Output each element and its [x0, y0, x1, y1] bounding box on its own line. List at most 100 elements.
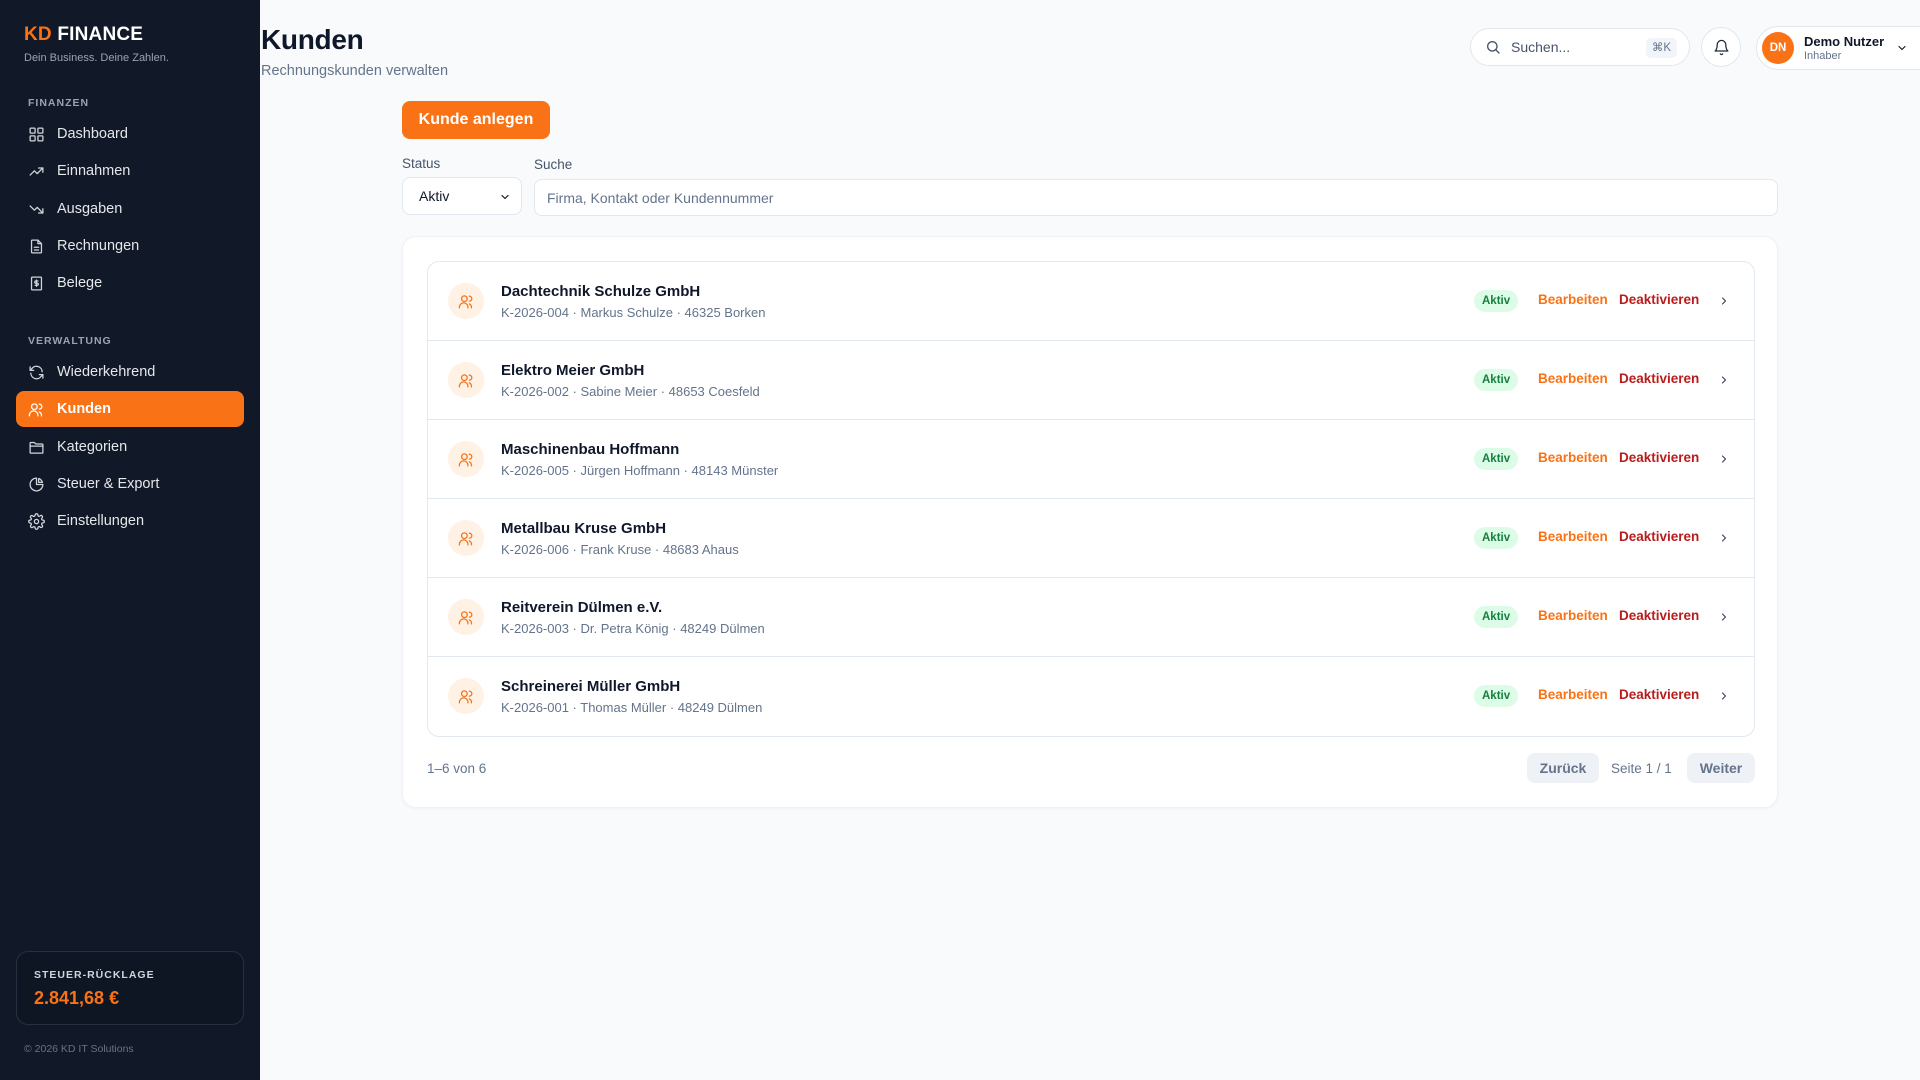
- bell-icon: [1713, 39, 1729, 55]
- deactivate-button[interactable]: Deaktivieren: [1619, 687, 1699, 702]
- brand-tagline: Dein Business. Deine Zahlen.: [24, 52, 169, 64]
- search-shortcut-hint: ⌘K: [1645, 38, 1677, 58]
- customer-meta: K-2026-004 · Markus Schulze · 46325 Bork…: [501, 305, 766, 320]
- status-badge: Aktiv: [1474, 290, 1519, 312]
- customer-name: Elektro Meier GmbH: [501, 362, 645, 379]
- customer-avatar: [448, 599, 484, 635]
- status-badge: Aktiv: [1474, 448, 1519, 470]
- list-item[interactable]: Maschinenbau Hoffmann K-2026-005 · Jürge…: [428, 420, 1754, 499]
- deactivate-button[interactable]: Deaktivieren: [1619, 371, 1699, 386]
- users-icon: [28, 402, 43, 417]
- deactivate-button[interactable]: Deaktivieren: [1619, 608, 1699, 623]
- next-page-button[interactable]: Weiter: [1687, 753, 1755, 783]
- users-icon: [458, 294, 472, 309]
- folder-icon: [29, 441, 44, 454]
- chevron-right-icon[interactable]: [1718, 690, 1730, 702]
- gear-icon: [28, 512, 45, 530]
- list-item[interactable]: Schreinerei Müller GmbH K-2026-001 · Tho…: [428, 657, 1754, 736]
- user-name: Demo Nutzer: [1804, 34, 1885, 49]
- edit-button[interactable]: Bearbeiten: [1538, 687, 1608, 702]
- notifications-button[interactable]: [1701, 27, 1741, 67]
- customer-meta: K-2026-006 · Frank Kruse · 48683 Ahaus: [501, 542, 739, 557]
- status-filter-label: Status: [402, 156, 441, 171]
- sidebar-item-wiederkehrend[interactable]: Wiederkehrend: [16, 354, 244, 390]
- trending-down-icon: [29, 204, 44, 214]
- search-filter-label: Suche: [534, 157, 573, 172]
- customer-avatar: [448, 362, 484, 398]
- pie-chart-icon: [29, 476, 44, 492]
- sidebar-item-kunden[interactable]: Kunden: [16, 391, 244, 427]
- customer-avatar: [448, 283, 484, 319]
- chevron-right-icon[interactable]: [1718, 532, 1730, 544]
- users-icon: [458, 373, 472, 388]
- sidebar-item-einnahmen[interactable]: Einnahmen: [16, 153, 244, 189]
- nav-section-finance: FINANZEN: [28, 97, 90, 109]
- edit-button[interactable]: Bearbeiten: [1538, 371, 1608, 386]
- user-info: Demo Nutzer Inhaber: [1804, 34, 1884, 62]
- deactivate-button[interactable]: Deaktivieren: [1619, 292, 1699, 307]
- customer-avatar: [448, 441, 484, 477]
- sidebar-item-label: Dashboard: [57, 126, 128, 142]
- customer-search-input[interactable]: [534, 179, 1778, 216]
- page-subtitle: Rechnungskunden verwalten: [261, 63, 449, 79]
- receipt-icon: [30, 275, 43, 291]
- avatar: DN: [1762, 32, 1794, 64]
- edit-button[interactable]: Bearbeiten: [1538, 529, 1608, 544]
- edit-button[interactable]: Bearbeiten: [1538, 292, 1608, 307]
- sidebar-item-kategorien[interactable]: Kategorien: [16, 429, 244, 465]
- tax-reserve-value: 2.841,68 €: [34, 988, 120, 1008]
- sidebar-item-label: Rechnungen: [57, 238, 140, 254]
- copyright: © 2026 KD IT Solutions: [24, 1043, 134, 1055]
- user-role: Inhaber: [1804, 50, 1842, 62]
- refresh-icon: [29, 365, 44, 379]
- sidebar-item-steuer-export[interactable]: Steuer & Export: [16, 466, 244, 502]
- user-menu[interactable]: DN Demo Nutzer Inhaber: [1756, 26, 1920, 70]
- customer-name: Schreinerei Müller GmbH: [501, 678, 681, 695]
- customer-list: Dachtechnik Schulze GmbH K-2026-004 · Ma…: [427, 261, 1755, 737]
- list-item[interactable]: Dachtechnik Schulze GmbH K-2026-004 · Ma…: [428, 262, 1754, 341]
- chevron-right-icon[interactable]: [1718, 374, 1730, 386]
- customer-meta: K-2026-001 · Thomas Müller · 48249 Dülme…: [501, 700, 763, 715]
- status-badge: Aktiv: [1474, 606, 1519, 628]
- sidebar-item-label: Belege: [57, 275, 103, 291]
- customer-meta: K-2026-003 · Dr. Petra König · 48249 Dül…: [501, 621, 765, 636]
- brand-logo[interactable]: KD FINANCE: [24, 24, 169, 46]
- global-search-placeholder: Suchen...: [1511, 39, 1571, 55]
- deactivate-button[interactable]: Deaktivieren: [1619, 450, 1699, 465]
- document-icon: [30, 238, 43, 254]
- sidebar-item-label: Kunden: [57, 401, 111, 417]
- list-item[interactable]: Metallbau Kruse GmbH K-2026-006 · Frank …: [428, 499, 1754, 578]
- sidebar-item-label: Einstellungen: [57, 513, 145, 529]
- deactivate-button[interactable]: Deaktivieren: [1619, 529, 1699, 544]
- page-indicator: Seite 1 / 1: [1611, 761, 1672, 776]
- status-filter-value: Aktiv: [419, 188, 450, 204]
- global-search[interactable]: Suchen... ⌘K: [1470, 28, 1690, 66]
- nav-section-admin: VERWALTUNG: [28, 335, 112, 347]
- previous-page-button[interactable]: Zurück: [1527, 753, 1599, 783]
- sidebar-item-label: Kategorien: [57, 439, 128, 455]
- sidebar-item-rechnungen[interactable]: Rechnungen: [16, 228, 244, 264]
- list-item[interactable]: Elektro Meier GmbH K-2026-002 · Sabine M…: [428, 341, 1754, 420]
- chevron-right-icon[interactable]: [1718, 453, 1730, 465]
- pagination-range: 1–6 von 6: [427, 761, 487, 776]
- edit-button[interactable]: Bearbeiten: [1538, 608, 1608, 623]
- chevron-right-icon[interactable]: [1718, 611, 1730, 623]
- customer-name: Dachtechnik Schulze GmbH: [501, 283, 701, 300]
- add-customer-button[interactable]: Kunde anlegen: [402, 101, 550, 139]
- status-filter-select[interactable]: Aktiv: [402, 177, 522, 215]
- users-icon: [458, 531, 472, 546]
- list-item[interactable]: Reitverein Dülmen e.V. K-2026-003 · Dr. …: [428, 578, 1754, 657]
- customer-name: Metallbau Kruse GmbH: [501, 520, 667, 537]
- sidebar-item-belege[interactable]: Belege: [16, 265, 244, 301]
- sidebar-item-ausgaben[interactable]: Ausgaben: [16, 191, 244, 227]
- status-badge: Aktiv: [1474, 685, 1519, 707]
- brand: KD FINANCE Dein Business. Deine Zahlen.: [24, 24, 169, 64]
- chevron-right-icon[interactable]: [1718, 295, 1730, 307]
- brand-name: FINANCE: [57, 24, 144, 45]
- customer-name: Reitverein Dülmen e.V.: [501, 599, 663, 616]
- edit-button[interactable]: Bearbeiten: [1538, 450, 1608, 465]
- customer-list-card: Dachtechnik Schulze GmbH K-2026-004 · Ma…: [402, 236, 1778, 808]
- chevron-down-icon: [1898, 45, 1906, 51]
- sidebar-item-dashboard[interactable]: Dashboard: [16, 116, 244, 152]
- sidebar-item-einstellungen[interactable]: Einstellungen: [16, 503, 244, 539]
